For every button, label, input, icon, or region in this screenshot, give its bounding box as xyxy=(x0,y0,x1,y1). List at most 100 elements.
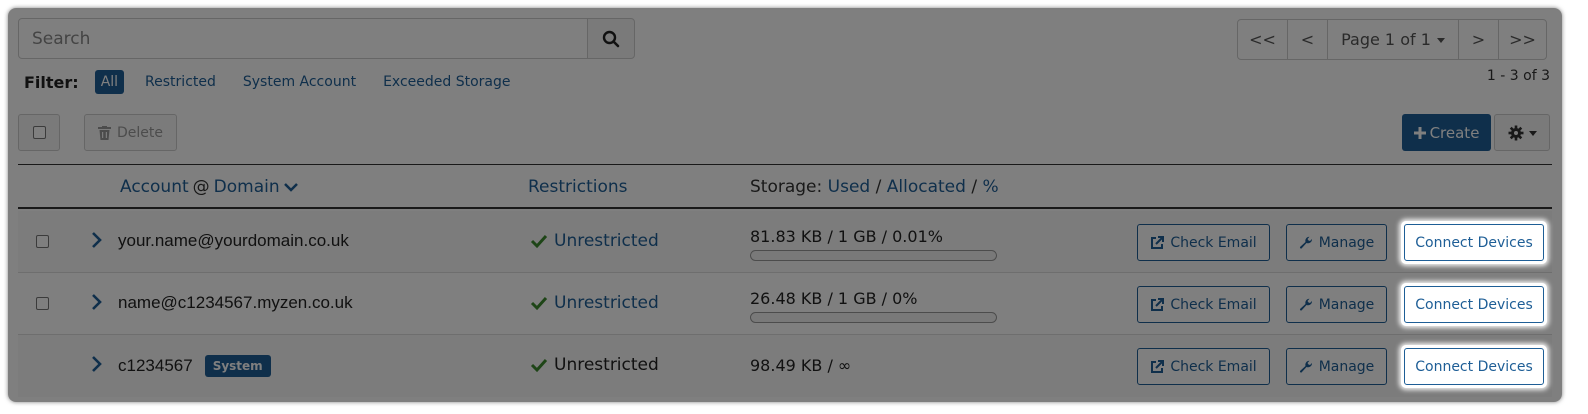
header-storage-label: Storage: xyxy=(750,177,823,197)
restriction-link[interactable]: Unrestricted xyxy=(554,293,659,313)
manage-label: Manage xyxy=(1318,358,1375,375)
result-count: 1 - 3 of 3 xyxy=(1486,68,1550,84)
header-account[interactable]: Account xyxy=(120,177,189,197)
storage-progress-bar xyxy=(750,250,997,261)
settings-menu-button[interactable] xyxy=(1494,114,1550,151)
connect-devices-button[interactable]: Connect Devices xyxy=(1404,348,1544,385)
filter-bar: Filter: All Restricted System Account Ex… xyxy=(24,68,537,96)
page-select[interactable]: Page 1 of 1 xyxy=(1328,20,1459,59)
filter-label: Filter: xyxy=(24,72,79,92)
last-page-button[interactable]: >> xyxy=(1499,20,1546,59)
search-button[interactable] xyxy=(587,18,635,59)
caret-down-icon xyxy=(1436,38,1445,43)
header-domain[interactable]: Domain xyxy=(214,177,280,197)
chevron-down-icon xyxy=(283,183,298,192)
check-icon xyxy=(530,296,548,311)
storage-progress-bar xyxy=(750,312,997,323)
check-email-button[interactable]: Check Email xyxy=(1137,224,1270,261)
select-all-button[interactable] xyxy=(18,114,60,151)
restriction-link[interactable]: Unrestricted xyxy=(554,231,659,251)
wrench-icon xyxy=(1299,360,1312,373)
select-all-checkbox[interactable] xyxy=(32,126,46,139)
highlighted-connect-devices[interactable]: Connect Devices xyxy=(1401,345,1547,388)
account-domain-sort[interactable]: Account @ Domain xyxy=(120,177,298,197)
storage-text: 98.49 KB / ∞ xyxy=(750,356,852,375)
create-button[interactable]: Create xyxy=(1402,114,1491,151)
page-label: Page 1 of 1 xyxy=(1341,30,1431,49)
table-row: your.name@yourdomain.co.uk Unrestricted … xyxy=(18,211,1552,273)
next-page-button[interactable]: > xyxy=(1459,20,1499,59)
header-sep: / xyxy=(875,177,882,197)
manage-label: Manage xyxy=(1318,234,1375,251)
check-email-label: Check Email xyxy=(1170,358,1257,375)
restriction-status: Unrestricted xyxy=(530,293,659,313)
storage-text: 81.83 KB / 1 GB / 0.01% xyxy=(750,227,943,246)
wrench-icon xyxy=(1299,298,1312,311)
account-email: name@c1234567.myzen.co.uk xyxy=(118,293,353,312)
header-sep: / xyxy=(971,177,978,197)
table-row: name@c1234567.myzen.co.uk Unrestricted 2… xyxy=(18,273,1552,335)
table-row: c1234567 System Unrestricted 98.49 KB / … xyxy=(18,335,1552,397)
check-email-button[interactable]: Check Email xyxy=(1137,286,1270,323)
check-email-button[interactable]: Check Email xyxy=(1137,348,1270,385)
check-email-label: Check Email xyxy=(1170,296,1257,313)
account-username: c1234567 xyxy=(118,356,193,375)
external-link-icon xyxy=(1151,235,1165,249)
trash-icon xyxy=(98,125,111,140)
row-checkbox[interactable] xyxy=(36,235,49,248)
manage-label: Manage xyxy=(1318,296,1375,313)
header-storage: Storage: Used / Allocated / % xyxy=(750,177,999,197)
caret-down-icon xyxy=(1528,131,1537,136)
delete-label: Delete xyxy=(117,124,163,141)
chevron-right-icon[interactable] xyxy=(90,355,102,373)
delete-button[interactable]: Delete xyxy=(84,114,177,151)
storage-text: 26.48 KB / 1 GB / 0% xyxy=(750,289,918,308)
header-percent[interactable]: % xyxy=(982,177,998,197)
filter-all[interactable]: All xyxy=(94,70,125,94)
filter-exceeded-storage[interactable]: Exceeded Storage xyxy=(383,74,510,90)
header-restrictions[interactable]: Restrictions xyxy=(528,177,628,197)
first-page-button[interactable]: << xyxy=(1238,20,1288,59)
account-name: name@c1234567.myzen.co.uk xyxy=(118,293,353,313)
manage-button[interactable]: Manage xyxy=(1286,348,1387,385)
filter-system-account[interactable]: System Account xyxy=(243,74,356,90)
check-email-label: Check Email xyxy=(1170,234,1257,251)
account-name: c1234567 System xyxy=(118,355,271,377)
restriction-status: Unrestricted xyxy=(530,355,659,375)
header-allocated[interactable]: Allocated xyxy=(887,177,966,197)
manage-button[interactable]: Manage xyxy=(1286,224,1387,261)
search-input[interactable]: Search xyxy=(18,18,588,59)
prev-page-button[interactable]: < xyxy=(1288,20,1328,59)
connect-devices-button[interactable]: Connect Devices xyxy=(1404,286,1544,323)
gear-icon xyxy=(1508,125,1523,140)
external-link-icon xyxy=(1151,297,1165,311)
external-link-icon xyxy=(1151,359,1165,373)
highlighted-connect-devices[interactable]: Connect Devices xyxy=(1401,221,1547,264)
account-name: your.name@yourdomain.co.uk xyxy=(118,231,349,251)
header-used[interactable]: Used xyxy=(828,177,871,197)
check-icon xyxy=(530,234,548,249)
pagination: << < Page 1 of 1 > >> xyxy=(1237,19,1547,60)
storage-info: 98.49 KB / ∞ xyxy=(750,356,851,375)
connect-devices-button[interactable]: Connect Devices xyxy=(1404,224,1544,261)
account-email: your.name@yourdomain.co.uk xyxy=(118,231,349,250)
wrench-icon xyxy=(1299,236,1312,249)
plus-icon xyxy=(1413,126,1426,139)
check-icon xyxy=(530,358,548,373)
filter-restricted[interactable]: Restricted xyxy=(145,74,216,90)
row-checkbox[interactable] xyxy=(36,297,49,310)
restriction-text: Unrestricted xyxy=(554,355,659,375)
manage-button[interactable]: Manage xyxy=(1286,286,1387,323)
table-header: Account @ Domain Restrictions Storage: U… xyxy=(18,165,1552,209)
restriction-status: Unrestricted xyxy=(530,231,659,251)
search-icon xyxy=(602,30,620,47)
header-at: @ xyxy=(192,177,210,197)
create-label: Create xyxy=(1429,123,1480,142)
chevron-right-icon[interactable] xyxy=(90,293,102,311)
system-badge: System xyxy=(204,355,271,377)
highlighted-connect-devices[interactable]: Connect Devices xyxy=(1401,283,1547,326)
storage-info: 81.83 KB / 1 GB / 0.01% xyxy=(750,227,997,261)
email-accounts-panel: Search << < Page 1 of 1 > >> 1 - 3 of 3 … xyxy=(8,8,1562,402)
chevron-right-icon[interactable] xyxy=(90,231,102,249)
storage-info: 26.48 KB / 1 GB / 0% xyxy=(750,289,997,323)
